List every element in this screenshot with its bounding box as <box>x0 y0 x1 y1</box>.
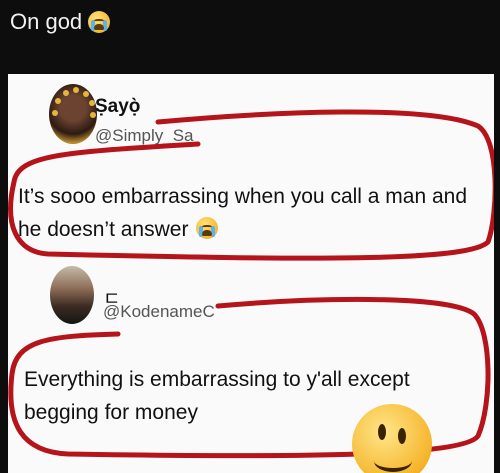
screenshot-image[interactable]: Ṣayọ̀ @Simply_Sa It’s sooo embarrassing … <box>8 74 494 473</box>
avatar <box>50 266 94 324</box>
avatar <box>49 84 97 144</box>
post-caption: On god <box>10 7 111 37</box>
tweet-text: It’s sooo embarrassing when you call a m… <box>18 180 488 246</box>
tweet-text-content: It’s sooo embarrassing when you call a m… <box>18 185 468 241</box>
loudly-crying-face-icon <box>88 11 111 33</box>
user-handle: @Simply_Sa <box>95 126 194 145</box>
caption-text: On god <box>10 9 83 34</box>
loudly-crying-face-icon <box>196 217 219 239</box>
display-name: Ṣayọ̀ <box>95 96 141 117</box>
user-handle: @KodenameC <box>103 302 215 321</box>
